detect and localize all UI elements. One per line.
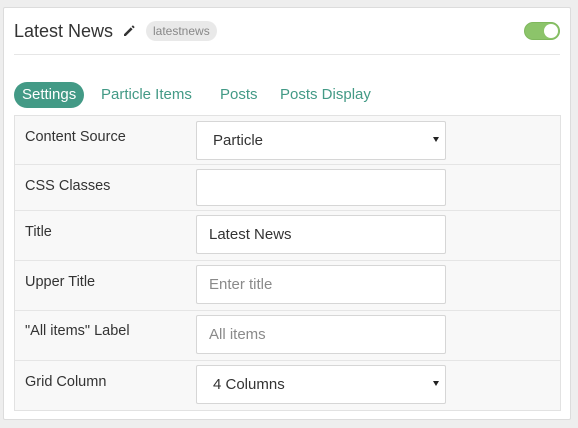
content-source-value: Particle	[213, 132, 264, 149]
panel-header: Latest News latestnews	[14, 18, 560, 55]
tab-particle-items[interactable]: Particle Items	[101, 82, 192, 108]
grid-column-value: 4 Columns	[213, 376, 285, 393]
toggle-knob	[544, 24, 558, 38]
title-input[interactable]	[196, 215, 446, 254]
title-label: Title	[25, 224, 52, 240]
all-items-label-input[interactable]	[196, 315, 446, 354]
content-source-select[interactable]: Particle	[196, 121, 446, 160]
css-classes-input[interactable]	[196, 169, 446, 206]
upper-title-label: Upper Title	[25, 274, 96, 290]
form-row-grid-column: Grid Column 4 Columns	[15, 361, 560, 410]
particle-panel: Latest News latestnews Settings Particle…	[3, 7, 571, 420]
enabled-toggle[interactable]	[524, 22, 560, 40]
tab-settings[interactable]: Settings	[14, 82, 85, 108]
grid-column-select[interactable]: 4 Columns	[196, 365, 446, 404]
grid-column-label: Grid Column	[25, 374, 107, 390]
form-row-css-classes: CSS Classes	[15, 165, 560, 211]
content-source-label: Content Source	[25, 129, 126, 145]
css-classes-label: CSS Classes	[25, 178, 111, 194]
caret-down-icon	[433, 137, 439, 142]
all-items-label-label: "All items" Label	[25, 323, 130, 339]
pencil-icon[interactable]	[122, 24, 136, 38]
form-row-upper-title: Upper Title	[15, 261, 560, 311]
upper-title-input[interactable]	[196, 265, 446, 304]
settings-form: Content Source Particle CSS Classes Titl…	[14, 115, 561, 411]
form-row-all-items-label: "All items" Label	[15, 311, 560, 361]
caret-down-icon	[433, 381, 439, 386]
particle-id-badge: latestnews	[146, 21, 217, 41]
form-row-title: Title	[15, 211, 560, 261]
panel-title: Latest News	[14, 21, 114, 41]
tab-posts-display[interactable]: Posts Display	[280, 82, 371, 108]
tab-posts[interactable]: Posts	[220, 82, 258, 108]
form-row-content-source: Content Source Particle	[15, 116, 560, 165]
